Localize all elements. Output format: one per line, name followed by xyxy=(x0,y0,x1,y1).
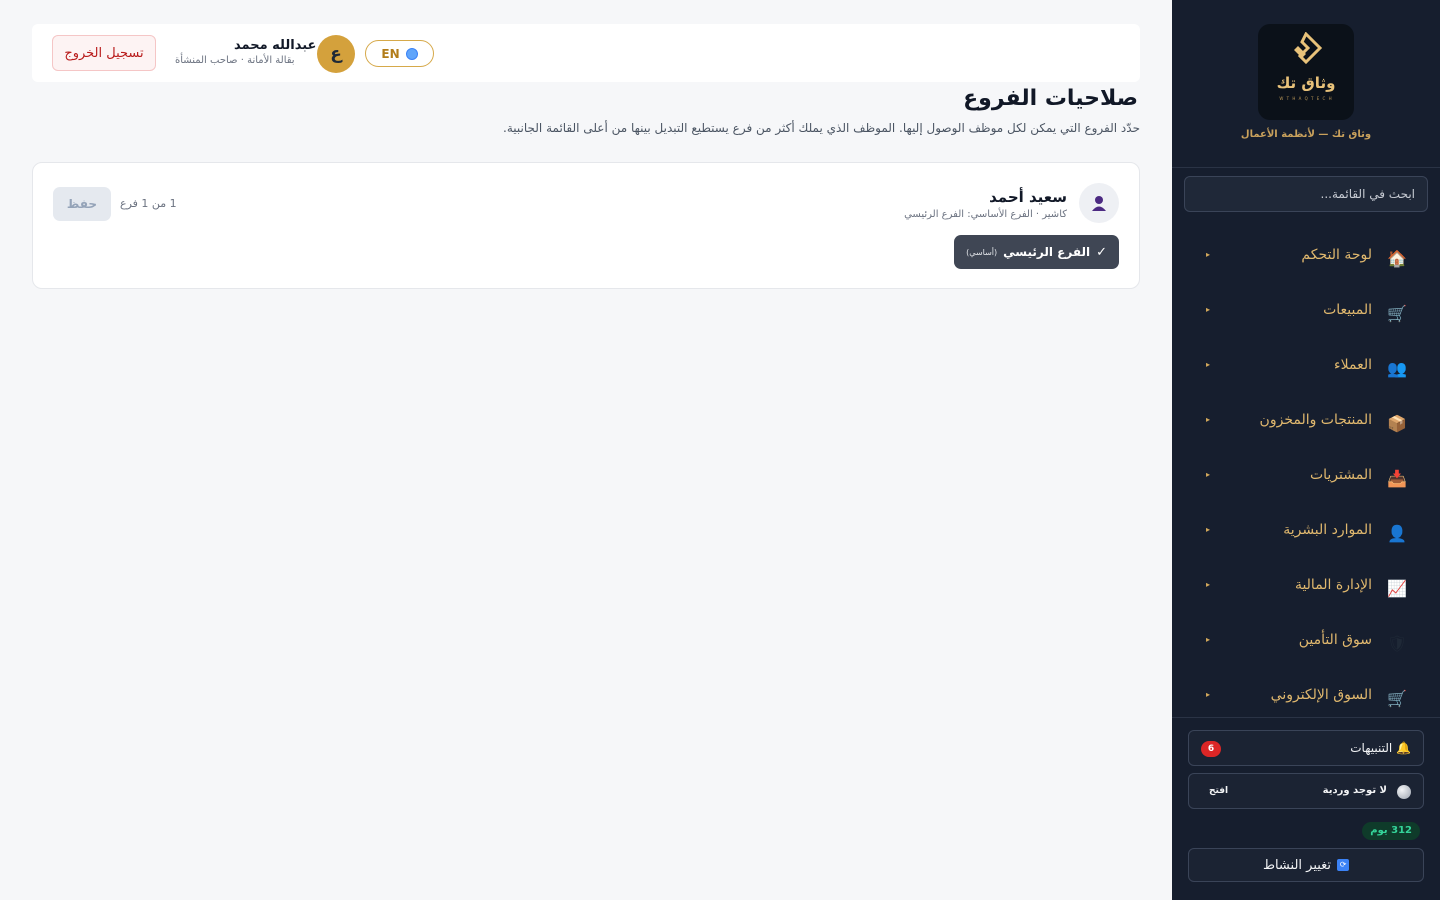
shift-status: لا توجد وردية افتح xyxy=(1188,773,1424,809)
save-button[interactable]: حفظ xyxy=(53,187,111,221)
shield-icon: 🛡 xyxy=(1386,633,1408,653)
globe-icon xyxy=(405,47,418,60)
branch-count: 1 من 1 فرع xyxy=(120,197,177,210)
language-toggle-button[interactable]: EN xyxy=(365,40,434,67)
user-icon xyxy=(1092,196,1106,211)
chevron-icon: ▸ xyxy=(1206,415,1211,424)
branch-chip-main[interactable]: ✓ الفرع الرئيسي (أساسي) xyxy=(954,235,1119,269)
home-icon: 🏠 xyxy=(1387,248,1407,268)
sidebar: وثاق تك W T H A Q T E C H وثاق تك — لأنظ… xyxy=(1172,0,1440,900)
sidebar-item-label: المنتجات والمخزون xyxy=(1259,412,1372,428)
shift-label: لا توجد وردية xyxy=(1322,785,1387,796)
sidebar-item-label: الإدارة المالية xyxy=(1294,577,1372,593)
brand-logo[interactable]: وثاق تك W T H A Q T E C H xyxy=(1258,24,1354,120)
sidebar-item-label: السوق الإلكتروني xyxy=(1270,687,1372,703)
logo-mark-icon xyxy=(1294,32,1323,65)
brand-subtitle: W T H A Q T E C H xyxy=(1279,96,1333,101)
cart-icon: 🛒 xyxy=(1387,303,1407,323)
sidebar-item-insurance[interactable]: 🛡 سوق التأمين ▸ xyxy=(1172,615,1440,670)
chevron-icon: ▸ xyxy=(1206,470,1211,479)
branch-name: الفرع الرئيسي xyxy=(1003,245,1091,259)
chevron-icon: ▸ xyxy=(1206,690,1211,699)
sidebar-item-label: المشتريات xyxy=(1309,467,1372,483)
brand-name: وثاق تك xyxy=(1276,74,1336,92)
sidebar-search-input[interactable] xyxy=(1184,176,1428,212)
employee-card: سعيد أحمد كاشير · الفرع الأساسي: الفرع ا… xyxy=(32,162,1140,289)
employee-subtitle: كاشير · الفرع الأساسي: الفرع الرئيسي xyxy=(904,209,1067,220)
chevron-icon: ▸ xyxy=(1206,580,1211,589)
sidebar-item-label: سوق التأمين xyxy=(1298,632,1372,648)
days-remaining-badge: 312 يوم xyxy=(1362,822,1420,840)
sidebar-item-label: الموارد البشرية xyxy=(1283,522,1372,538)
ecommerce-cart-icon: 🛒 xyxy=(1387,688,1407,708)
employee-name: سعيد أحمد xyxy=(989,188,1067,206)
top-header: تسجيل الخروج عبدالله محمد بقالة الأمانة … xyxy=(32,24,1140,82)
sidebar-item-products[interactable]: 📦 المنتجات والمخزون ▸ xyxy=(1172,395,1440,450)
employee-avatar xyxy=(1079,183,1119,223)
divider xyxy=(1172,717,1440,718)
sidebar-item-hr[interactable]: 👤 الموارد البشرية ▸ xyxy=(1172,505,1440,560)
sidebar-item-label: المبيعات xyxy=(1323,302,1372,318)
notifications-count-badge: 6 xyxy=(1201,741,1221,757)
chevron-icon: ▸ xyxy=(1206,250,1211,259)
user-name: عبدالله محمد xyxy=(234,38,317,53)
page-title: صلاحيات الفروع xyxy=(963,86,1138,111)
brand-tagline: وثاق تك — لأنظمة الأعمال xyxy=(1240,129,1372,140)
status-dot-icon xyxy=(1397,785,1411,799)
branch-primary-tag: (أساسي) xyxy=(966,247,998,257)
bell-icon: 🔔 xyxy=(1396,741,1411,755)
notifications-label: 🔔 التنبيهات xyxy=(1350,741,1411,755)
sidebar-item-purchases[interactable]: 📥 المشتريات ▸ xyxy=(1172,450,1440,505)
sidebar-item-sales[interactable]: 🛒 المبيعات ▸ xyxy=(1172,285,1440,340)
switch-activity-button[interactable]: ⟳ تغيير النشاط xyxy=(1188,848,1424,882)
switch-activity-label: تغيير النشاط xyxy=(1262,857,1332,873)
box-icon: 📦 xyxy=(1387,413,1407,433)
user-subtitle: بقالة الأمانة · صاحب المنشأة xyxy=(175,55,295,66)
sidebar-nav: 🏠 لوحة التحكم ▸ 🛒 المبيعات ▸ 👥 العملاء ▸… xyxy=(1172,230,1440,725)
users-icon: 👥 xyxy=(1387,358,1407,378)
sidebar-item-dashboard[interactable]: 🏠 لوحة التحكم ▸ xyxy=(1172,230,1440,285)
language-label: EN xyxy=(381,46,400,61)
sidebar-item-label: لوحة التحكم xyxy=(1301,247,1372,263)
chevron-icon: ▸ xyxy=(1206,525,1211,534)
chevron-icon: ▸ xyxy=(1206,305,1211,314)
sidebar-item-finance[interactable]: 📈 الإدارة المالية ▸ xyxy=(1172,560,1440,615)
chevron-icon: ▸ xyxy=(1206,635,1211,644)
chevron-icon: ▸ xyxy=(1206,360,1211,369)
logout-button[interactable]: تسجيل الخروج xyxy=(52,35,156,71)
open-shift-button[interactable]: افتح xyxy=(1209,786,1228,796)
chart-icon: 📈 xyxy=(1387,578,1407,598)
sidebar-item-label: العملاء xyxy=(1334,357,1372,373)
avatar[interactable]: ع xyxy=(317,35,355,73)
page-description: حدّد الفروع التي يمكن لكل موظف الوصول إل… xyxy=(503,121,1140,135)
sidebar-item-customers[interactable]: 👥 العملاء ▸ xyxy=(1172,340,1440,395)
check-icon: ✓ xyxy=(1096,244,1107,260)
inbox-icon: 📥 xyxy=(1387,468,1407,488)
switch-icon: ⟳ xyxy=(1337,859,1350,871)
divider xyxy=(1172,167,1440,168)
notifications-button[interactable]: 🔔 التنبيهات 6 xyxy=(1188,730,1424,766)
person-icon: 👤 xyxy=(1387,523,1407,543)
